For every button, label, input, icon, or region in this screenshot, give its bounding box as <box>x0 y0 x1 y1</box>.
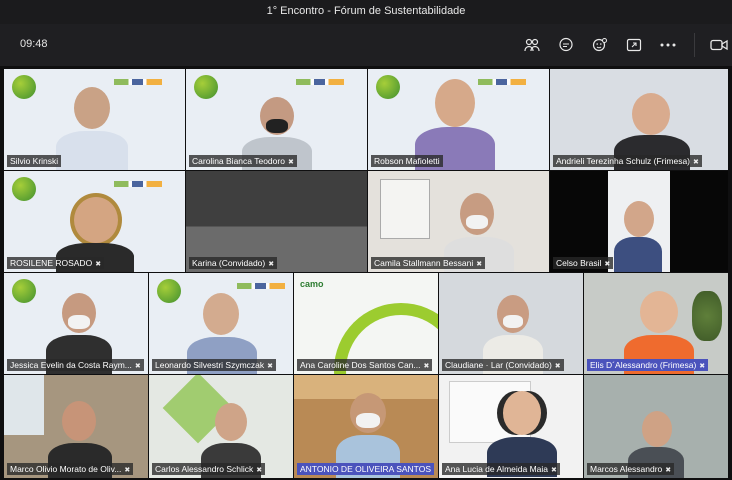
reactions-icon[interactable] <box>591 36 609 54</box>
window-title: 1° Encontro - Fórum de Sustentabilidade <box>0 0 732 24</box>
meeting-timer: 09:48 <box>20 38 48 50</box>
video-tile[interactable]: Carolina Bianca Teodoro ✖ <box>186 69 367 170</box>
participant-name: Leonardo Silvestri Szymczak ✖ <box>152 359 277 371</box>
mic-muted-icon: ✖ <box>134 363 141 370</box>
forum-logo-icon <box>12 75 36 99</box>
mic-muted-icon: ✖ <box>665 467 672 474</box>
sponsor-logos <box>114 181 162 187</box>
participant-name: Karina (Convidado) ✖ <box>189 257 278 269</box>
meeting-toolbar: 09:48 <box>0 24 732 66</box>
camo-logo: camo <box>300 279 324 289</box>
video-tile[interactable]: Marcos Alessandro ✖ <box>584 375 728 478</box>
video-tile[interactable]: Karina (Convidado) ✖ <box>186 171 367 272</box>
video-tile[interactable]: Leonardo Silvestri Szymczak ✖ <box>149 273 293 374</box>
video-tile[interactable]: camo Ana Caroline Dos Santos Can... ✖ <box>294 273 438 374</box>
participant-name: Marcos Alessandro ✖ <box>587 463 675 475</box>
mic-muted-icon: ✖ <box>268 261 275 268</box>
sponsor-logos <box>114 79 162 85</box>
people-icon[interactable] <box>523 36 541 54</box>
mic-muted-icon: ✖ <box>267 363 274 370</box>
participant-name: Silvio Krinski <box>7 155 62 167</box>
participant-name: Andrieli Terezinha Schulz (Frimesa) ✖ <box>553 155 702 167</box>
forum-logo-icon <box>194 75 218 99</box>
participant-name: Robson Mafioletti <box>371 155 443 167</box>
video-tile[interactable]: Jessica Evelin da Costa Raym... ✖ <box>4 273 148 374</box>
window-background <box>4 375 44 435</box>
mic-muted-icon: ✖ <box>95 261 102 268</box>
forum-logo-icon <box>12 177 36 201</box>
video-tile[interactable]: Marco Olivio Morato de Oliv... ✖ <box>4 375 148 478</box>
share-icon[interactable] <box>625 36 643 54</box>
participant-name: Ana Lucia de Almeida Maia ✖ <box>442 463 560 475</box>
mic-muted-icon: ✖ <box>476 261 483 268</box>
video-tile[interactable]: Carlos Alessandro Schlick ✖ <box>149 375 293 478</box>
sponsor-logos <box>237 283 285 289</box>
more-icon[interactable] <box>659 36 677 54</box>
participant-name: Claudiane · Lar (Convidado) ✖ <box>442 359 564 371</box>
mic-muted-icon: ✖ <box>551 467 557 474</box>
participant-name: Carolina Bianca Teodoro ✖ <box>189 155 297 167</box>
participant-name: Elis D´Alessandro (Frimesa) ✖ <box>587 359 709 371</box>
video-tile[interactable]: Andrieli Terezinha Schulz (Frimesa) ✖ <box>550 69 728 170</box>
video-tile[interactable]: Celso Brasil ✖ <box>550 171 728 272</box>
participant-name: ROSILENE ROSADO ✖ <box>7 257 105 269</box>
video-tile[interactable]: Ana Lucia de Almeida Maia ✖ <box>439 375 583 478</box>
forum-logo-icon <box>157 279 181 303</box>
video-tile[interactable]: Silvio Krinski <box>4 69 185 170</box>
mic-muted-icon: ✖ <box>604 261 611 268</box>
toolbar-divider <box>694 33 695 57</box>
forum-logo-icon <box>376 75 400 99</box>
mic-muted-icon: ✖ <box>693 159 699 166</box>
sponsor-logos <box>296 79 344 85</box>
chat-icon[interactable] <box>557 36 575 54</box>
mic-muted-icon: ✖ <box>124 467 131 474</box>
video-tile[interactable]: Claudiane · Lar (Convidado) ✖ <box>439 273 583 374</box>
participant-name: Ana Caroline Dos Santos Can... ✖ <box>297 359 433 371</box>
video-grid: Silvio Krinski Carolina Bianca Teodoro ✖ … <box>4 69 728 478</box>
sponsor-logos <box>478 79 526 85</box>
video-tile[interactable]: Elis D´Alessandro (Frimesa) ✖ <box>584 273 728 374</box>
mic-muted-icon: ✖ <box>256 467 263 474</box>
participant-name: ANTONIO DE OLIVEIRA SANTOS <box>297 463 434 475</box>
video-tile[interactable]: ROSILENE ROSADO ✖ <box>4 171 185 272</box>
forum-logo-icon <box>12 279 36 303</box>
participant-name: Camila Stallmann Bessani ✖ <box>371 257 486 269</box>
participant-name: Marco Olivio Morato de Oliv... ✖ <box>7 463 134 475</box>
camera-icon[interactable] <box>710 36 728 54</box>
mic-muted-icon: ✖ <box>423 363 430 370</box>
participant-name: Celso Brasil ✖ <box>553 257 614 269</box>
mic-muted-icon: ✖ <box>699 363 706 370</box>
video-tile[interactable]: Robson Mafioletti <box>368 69 549 170</box>
video-tile[interactable]: ANTONIO DE OLIVEIRA SANTOS <box>294 375 438 478</box>
mic-muted-icon: ✖ <box>287 159 294 166</box>
office-plant <box>692 291 722 341</box>
participant-name: Jessica Evelin da Costa Raym... ✖ <box>7 359 144 371</box>
mic-muted-icon: ✖ <box>554 363 561 370</box>
wall-whiteboard <box>380 179 430 239</box>
participant-name: Carlos Alessandro Schlick ✖ <box>152 463 266 475</box>
video-tile[interactable]: Camila Stallmann Bessani ✖ <box>368 171 549 272</box>
